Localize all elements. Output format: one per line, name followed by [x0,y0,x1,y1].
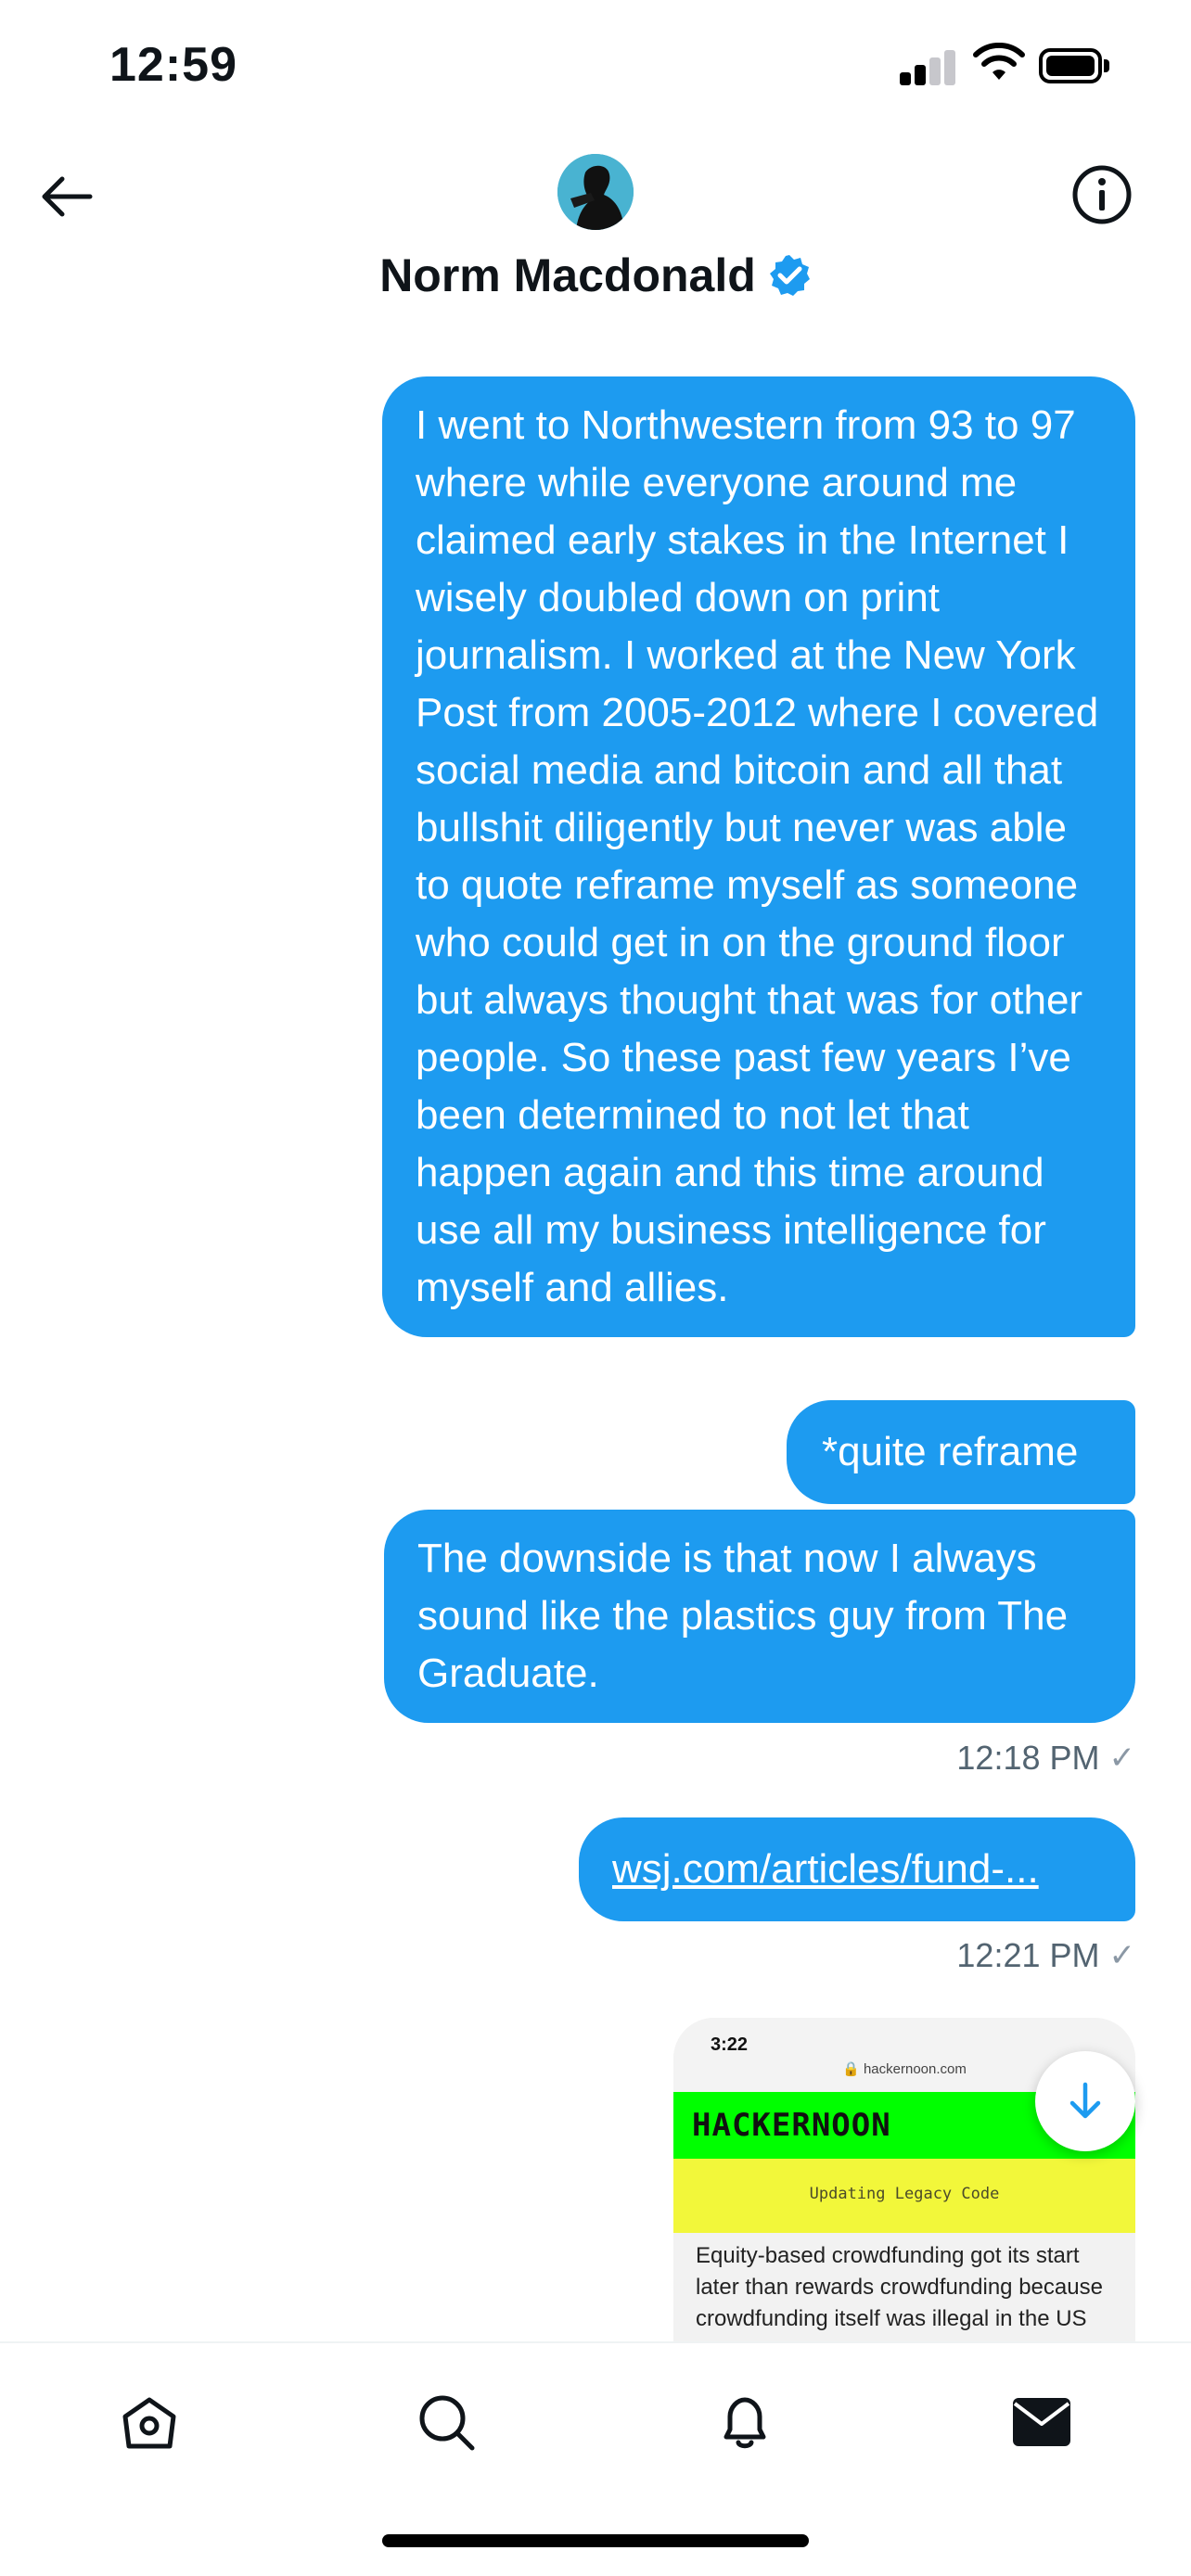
verified-badge-icon [769,255,810,296]
arrow-down-icon [1069,2082,1101,2119]
message-bubble[interactable]: The downside is that now I always sound … [384,1510,1135,1723]
tab-search[interactable] [404,2380,488,2464]
site-logo: HACKERNOON [692,2107,891,2144]
wifi-icon [973,43,1025,80]
message-timestamp: 12:18 PM ✓ [956,1739,1135,1778]
message-list[interactable]: I went to Northwestern from 93 to 97 whe… [0,325,1191,2341]
contact-title[interactable]: Norm Macdonald [0,249,1191,302]
home-icon [122,2397,176,2449]
timestamp-text: 12:21 PM [956,1936,1100,1974]
back-arrow-icon [42,176,93,217]
status-bar: 12:59 [0,0,1191,130]
tab-messages[interactable] [1000,2380,1083,2464]
message-timestamp: 12:21 PM ✓ [956,1936,1135,1975]
cellular-signal-icon [900,48,957,85]
back-button[interactable] [28,158,106,236]
preview-tag: Updating Legacy Code [809,2185,1000,2203]
link-preview-snippet: Equity-based crowdfunding got its start … [696,2243,1103,2331]
status-time: 12:59 [109,38,237,92]
battery-icon [1039,48,1109,85]
message-bubble[interactable]: *quite reframe [787,1400,1135,1504]
home-indicator[interactable] [382,2534,809,2547]
preview-tag-bar: Updating Legacy Code [673,2159,1135,2233]
timestamp-text: 12:18 PM [956,1739,1100,1777]
contact-name: Norm Macdonald [379,249,756,301]
preview-time: 3:22 [711,2034,749,2055]
tab-home[interactable] [108,2380,191,2464]
message-link[interactable]: wsj.com/articles/fund-... [612,1846,1039,1892]
tab-notifications[interactable] [703,2380,787,2464]
scroll-to-bottom-button[interactable] [1035,2051,1135,2151]
read-check-icon: ✓ [1108,1741,1136,1776]
info-icon [1072,165,1132,224]
avatar[interactable] [557,154,634,230]
messages-envelope-icon [1013,2398,1070,2446]
conversation-header: Norm Macdonald [0,130,1191,325]
link-message-bubble[interactable]: wsj.com/articles/fund-... [579,1817,1135,1921]
message-bubble[interactable]: I went to Northwestern from 93 to 97 whe… [382,376,1135,1337]
info-button[interactable] [1063,156,1141,234]
avatar-image [557,154,634,230]
read-check-icon: ✓ [1108,1938,1136,1973]
search-icon [419,2395,475,2451]
notifications-bell-icon [724,2397,766,2449]
